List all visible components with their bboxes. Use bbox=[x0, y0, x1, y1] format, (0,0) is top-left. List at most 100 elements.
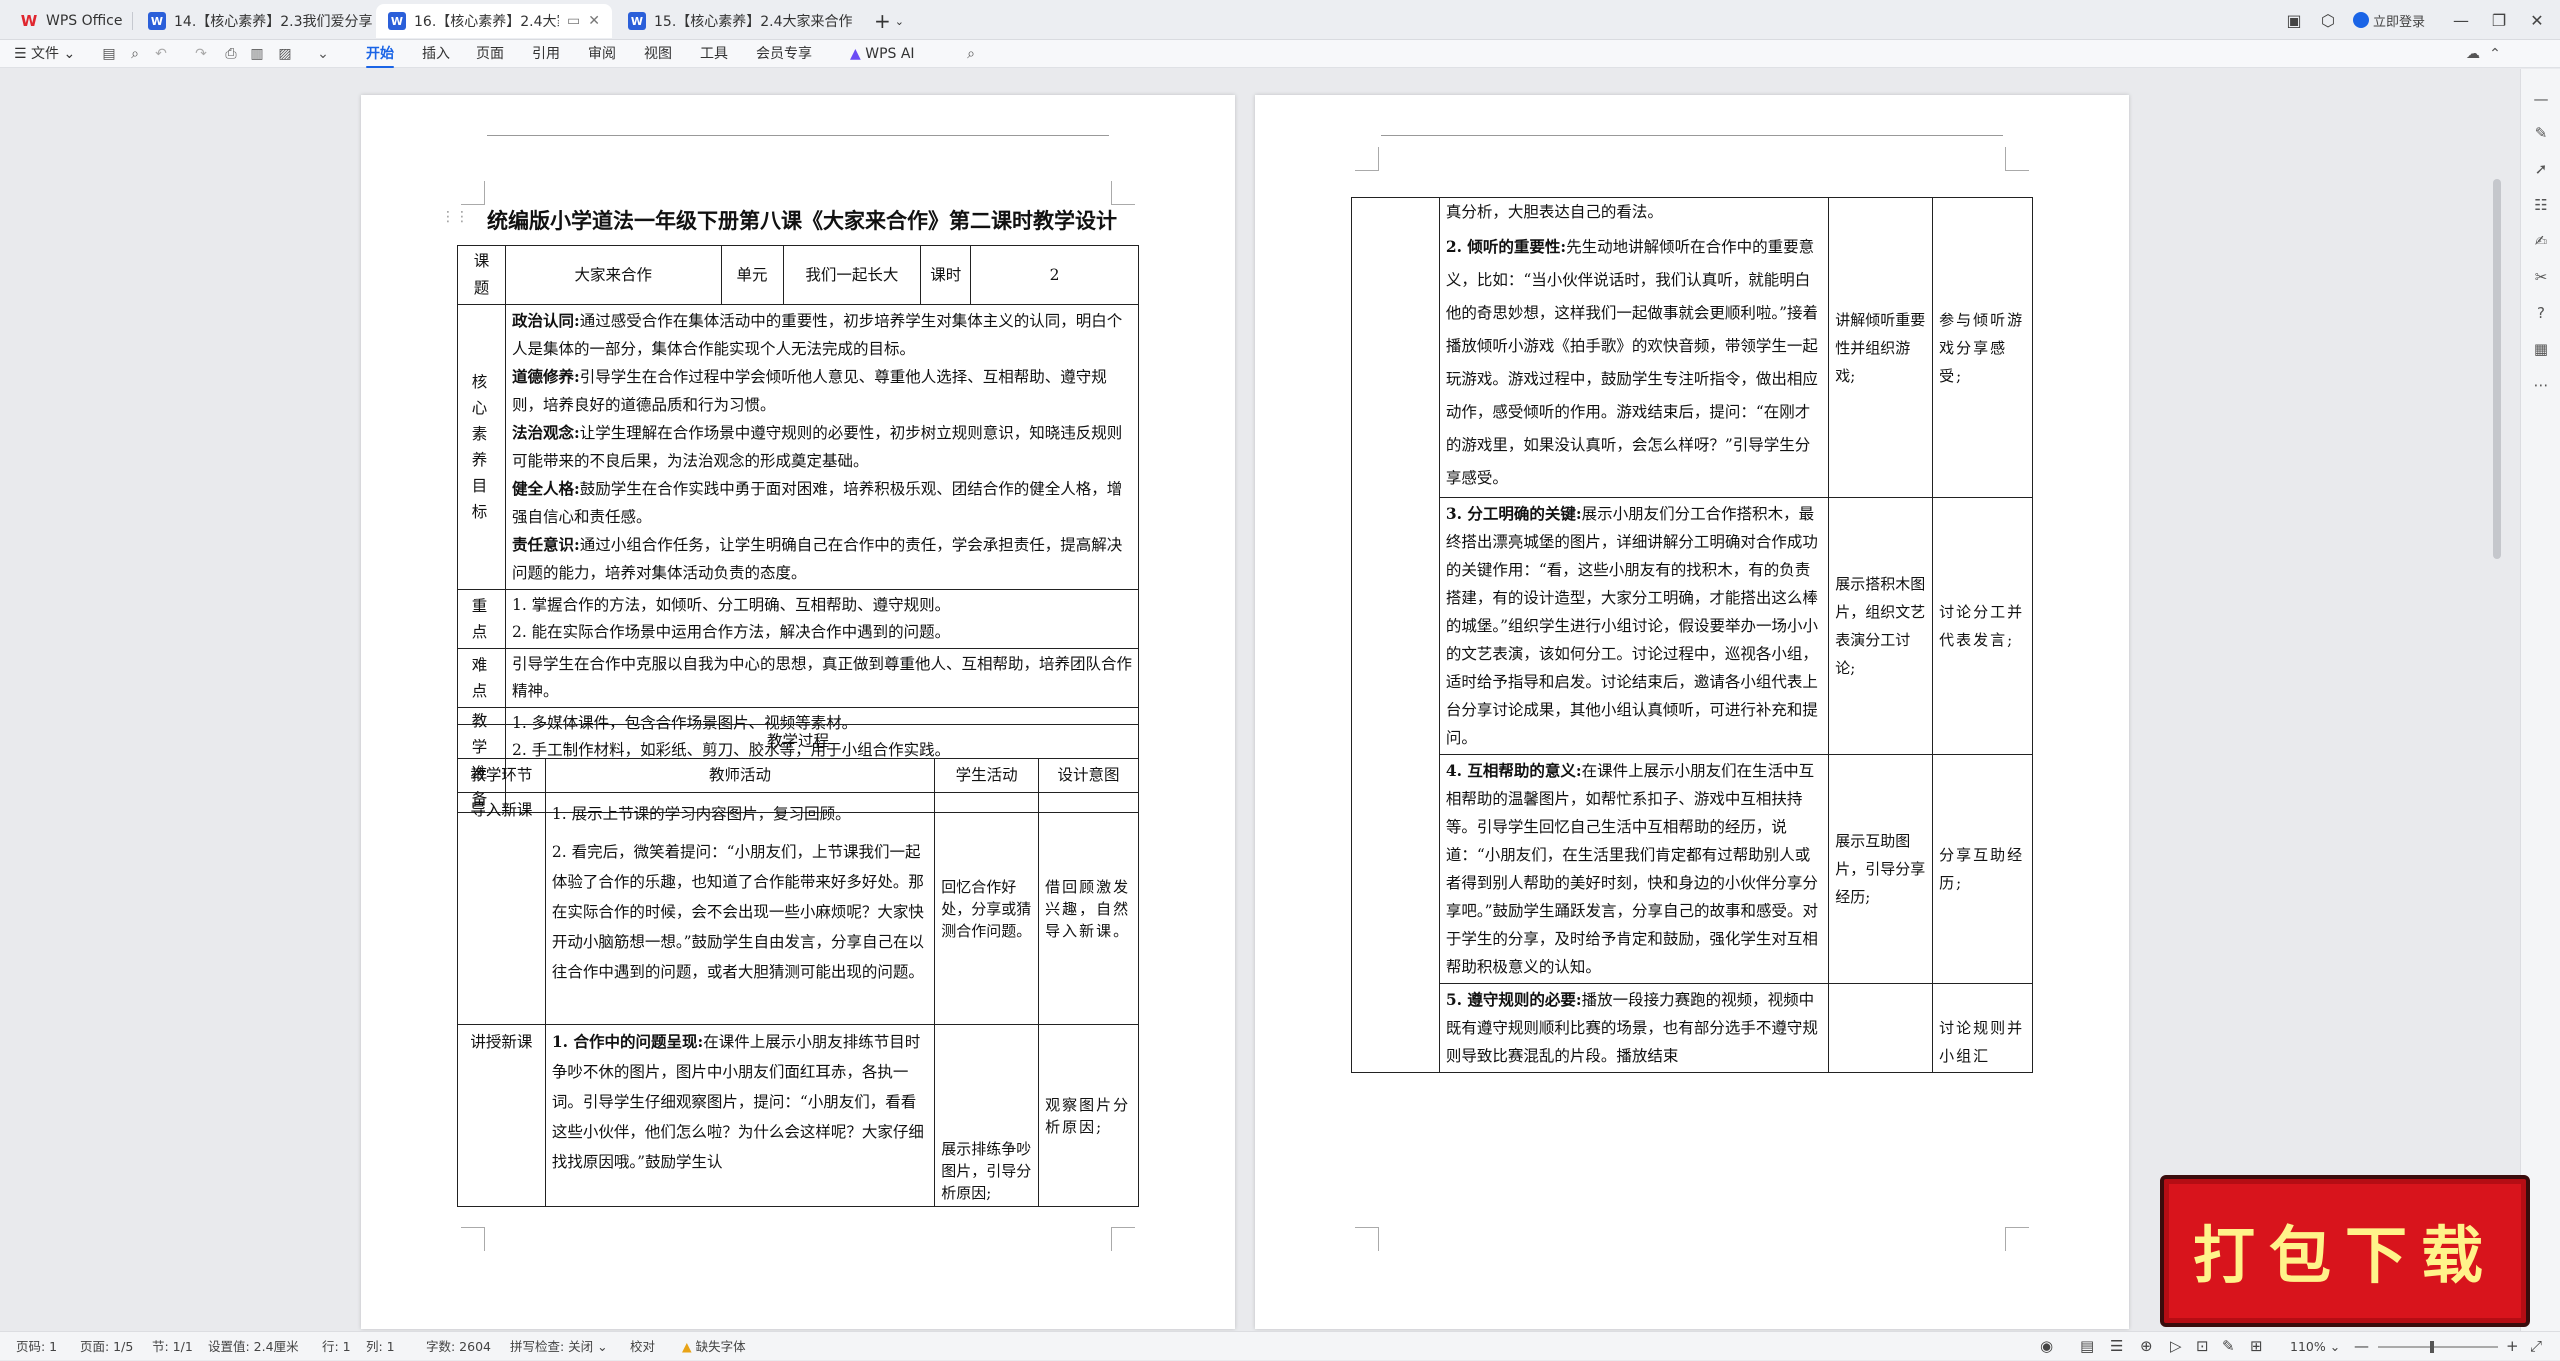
download-banner[interactable]: 打包下载 bbox=[2160, 1175, 2530, 1327]
status-spellcheck[interactable]: 拼写检查: 关闭 ⌄ bbox=[510, 1332, 608, 1361]
collapse-icon[interactable]: ⌃ bbox=[2486, 45, 2504, 63]
pdf-icon[interactable]: ▥ bbox=[248, 45, 266, 63]
page-2: 真分析，大胆表达自己的看法。 讲解倾听重要性并组织游戏; 参与倾听游戏分享感受;… bbox=[1255, 95, 2129, 1329]
sliders-icon[interactable]: ☷ bbox=[2531, 195, 2551, 215]
tab-member[interactable]: 会员专享 bbox=[756, 40, 812, 68]
zoom-slider[interactable] bbox=[2378, 1346, 2498, 1348]
document-canvas[interactable]: ⋮⋮ 统编版小学道法一年级下册第八课《大家来合作》第二课时教学设计 课 题 大家… bbox=[0, 69, 2520, 1331]
find-icon[interactable]: ⌕ bbox=[126, 45, 144, 63]
topic-value: 大家来合作 bbox=[504, 245, 722, 305]
more-icon[interactable]: ⋯ bbox=[2531, 375, 2551, 395]
col-header-teacher: 教师活动 bbox=[544, 758, 936, 793]
teacher-activity-r2: 2. 倾听的重要性:先生动地讲解倾听在合作中的重要意义，比如：“当小伙伴说话时，… bbox=[1438, 228, 1830, 498]
zoom-level[interactable]: 110% ⌄ bbox=[2290, 1332, 2340, 1361]
status-proofread[interactable]: 校对 bbox=[630, 1332, 655, 1361]
status-missing-font[interactable]: ▲ 缺失字体 bbox=[682, 1332, 746, 1361]
status-word-count[interactable]: 字数: 2604 bbox=[426, 1332, 491, 1361]
activity-line: 2. 看完后，微笑着提问：“小朋友们，上节课我们一起体验了合作的乐趣，也知道了合… bbox=[551, 843, 925, 981]
status-setting[interactable]: 设置值: 2.4厘米 bbox=[208, 1332, 299, 1361]
close-window-icon[interactable]: ✕ bbox=[2522, 6, 2552, 34]
minimize-icon[interactable]: — bbox=[2446, 6, 2476, 34]
close-icon[interactable]: ✕ bbox=[588, 13, 600, 29]
hours-value: 2 bbox=[970, 245, 1139, 305]
login-button[interactable]: 立即登录 bbox=[2348, 6, 2430, 34]
tools-icon[interactable]: ✂ bbox=[2531, 267, 2551, 287]
tab-doc-14[interactable]: W 14.【核心素养】2.3我们爱分享 第2课 bbox=[136, 4, 372, 38]
file-menu[interactable]: ☰ 文件 ⌄ bbox=[14, 40, 75, 68]
save-icon[interactable]: ▤ bbox=[100, 45, 118, 63]
zoom-out-icon[interactable]: — bbox=[2354, 1332, 2369, 1361]
page-view-icon[interactable]: ▤ bbox=[2080, 1332, 2094, 1361]
outline-icon[interactable]: ☰ bbox=[2110, 1332, 2123, 1361]
clipboard-icon[interactable]: ▦ bbox=[2531, 339, 2551, 359]
tab-view[interactable]: 视图 bbox=[644, 40, 672, 68]
web-view-icon[interactable]: ⊕ bbox=[2140, 1332, 2153, 1361]
tab-tools[interactable]: 工具 bbox=[700, 40, 728, 68]
print-icon[interactable]: ⎙ bbox=[222, 45, 240, 63]
pointer-icon[interactable]: ➚ bbox=[2531, 159, 2551, 179]
tab-doc-16[interactable]: W 16.【核心素养】2.4大家来合作 ▭ ✕ bbox=[376, 4, 612, 38]
header-line bbox=[487, 135, 1109, 136]
drag-handle-icon[interactable]: ⋮⋮ bbox=[441, 209, 469, 225]
process-table[interactable]: 教学过程 教学环节 教师活动 学生活动 设计意图 导入新课 1. 展示上节课的学… bbox=[457, 724, 1139, 1207]
student-activity-r4: 展示互助图片，引导分享经历; bbox=[1828, 754, 1934, 984]
tab-review[interactable]: 审阅 bbox=[588, 40, 616, 68]
tab-insert[interactable]: 插入 bbox=[422, 40, 450, 68]
tab-label: 15.【核心素养】2.4大家来合作 第1课 bbox=[654, 14, 852, 30]
tab-label: WPS Office bbox=[46, 13, 123, 29]
new-tab-button[interactable]: + ⌄ bbox=[862, 4, 902, 38]
eye-icon[interactable]: ◉ bbox=[2040, 1332, 2053, 1361]
pen-icon[interactable]: ✎ bbox=[2531, 123, 2551, 143]
missing-font-label: 缺失字体 bbox=[695, 1339, 746, 1354]
search-icon[interactable]: ⌕ bbox=[962, 45, 980, 63]
zoom-in-icon[interactable]: + bbox=[2506, 1332, 2519, 1361]
word-doc-icon: W bbox=[628, 12, 646, 30]
student-activity-new: 展示排练争吵图片，引导分析原因; bbox=[934, 1024, 1040, 1207]
vertical-scrollbar[interactable] bbox=[2493, 179, 2501, 559]
wps-ai-button[interactable]: ▲ WPS AI bbox=[850, 40, 915, 68]
tab-reference[interactable]: 引用 bbox=[532, 40, 560, 68]
hours-header: 课时 bbox=[920, 245, 972, 305]
image-icon[interactable]: ▨ bbox=[276, 45, 294, 63]
tab-doc-15[interactable]: W 15.【核心素养】2.4大家来合作 第1课 bbox=[616, 4, 852, 38]
screen-icon[interactable]: ▭ bbox=[567, 13, 580, 29]
status-row[interactable]: 行: 1 bbox=[322, 1332, 351, 1361]
intent-r4: 分享互助经历; bbox=[1932, 754, 2033, 984]
warning-icon: ▲ bbox=[682, 1339, 692, 1354]
undo-icon[interactable]: ↶ bbox=[152, 45, 170, 63]
tab-page[interactable]: 页面 bbox=[476, 40, 504, 68]
help-icon[interactable]: ? bbox=[2531, 303, 2551, 323]
more-chevron-icon[interactable]: ⌄ bbox=[314, 45, 332, 63]
process-table-continued[interactable]: 真分析，大胆表达自己的看法。 讲解倾听重要性并组织游戏; 参与倾听游戏分享感受;… bbox=[1351, 197, 2033, 1073]
status-column[interactable]: 列: 1 bbox=[366, 1332, 395, 1361]
intent-r5: 讨论规则并小组汇 bbox=[1932, 983, 2033, 1073]
tab-label: 14.【核心素养】2.3我们爱分享 第2课 bbox=[174, 14, 372, 30]
status-bar: 页码: 1 页面: 1/5 节: 1/1 设置值: 2.4厘米 行: 1 列: … bbox=[0, 1331, 2560, 1360]
status-section[interactable]: 节: 1/1 bbox=[152, 1332, 193, 1361]
tab-home[interactable]: 开始 bbox=[366, 40, 394, 68]
cube-icon[interactable]: ⬡ bbox=[2314, 6, 2342, 34]
edit-box-icon[interactable]: ✍ bbox=[2531, 231, 2551, 251]
key-points-content: 1. 掌握合作的方法，如倾听、分工明确、互相帮助、遵守规则。 2. 能在实际合作… bbox=[504, 589, 1140, 649]
layout-icon[interactable]: ▣ bbox=[2280, 6, 2308, 34]
fit-icon[interactable]: ⊞ bbox=[2250, 1332, 2263, 1361]
focus-icon[interactable]: ⊡ bbox=[2196, 1332, 2209, 1361]
tab-wps-home[interactable]: W WPS Office bbox=[8, 4, 128, 38]
cloud-icon[interactable]: ☁ bbox=[2464, 45, 2482, 63]
pen-mode-icon[interactable]: ✎ bbox=[2222, 1332, 2235, 1361]
document-title[interactable]: 统编版小学道法一年级下册第八课《大家来合作》第二课时教学设计 bbox=[487, 205, 1117, 235]
redo-icon[interactable]: ↷ bbox=[192, 45, 210, 63]
zoom-slider-handle[interactable] bbox=[2430, 1341, 2434, 1353]
restore-icon[interactable]: ❐ bbox=[2484, 6, 2514, 34]
col-header-intent: 设计意图 bbox=[1038, 758, 1139, 793]
tab-bar: W WPS Office W 14.【核心素养】2.3我们爱分享 第2课 W 1… bbox=[0, 0, 2560, 40]
play-icon[interactable]: ▷ bbox=[2170, 1332, 2182, 1361]
minus-icon[interactable]: — bbox=[2531, 89, 2551, 109]
topic-header: 课 题 bbox=[457, 245, 506, 305]
status-page-number[interactable]: 页码: 1 bbox=[16, 1332, 57, 1361]
fullscreen-icon[interactable]: ⤢ bbox=[2530, 1332, 2542, 1361]
intent-intro: 借回顾激发兴趣，自然导入新课。 bbox=[1038, 792, 1139, 1025]
header-line bbox=[1381, 135, 2003, 136]
crop-mark bbox=[1355, 1227, 1379, 1251]
status-pages[interactable]: 页面: 1/5 bbox=[80, 1332, 133, 1361]
